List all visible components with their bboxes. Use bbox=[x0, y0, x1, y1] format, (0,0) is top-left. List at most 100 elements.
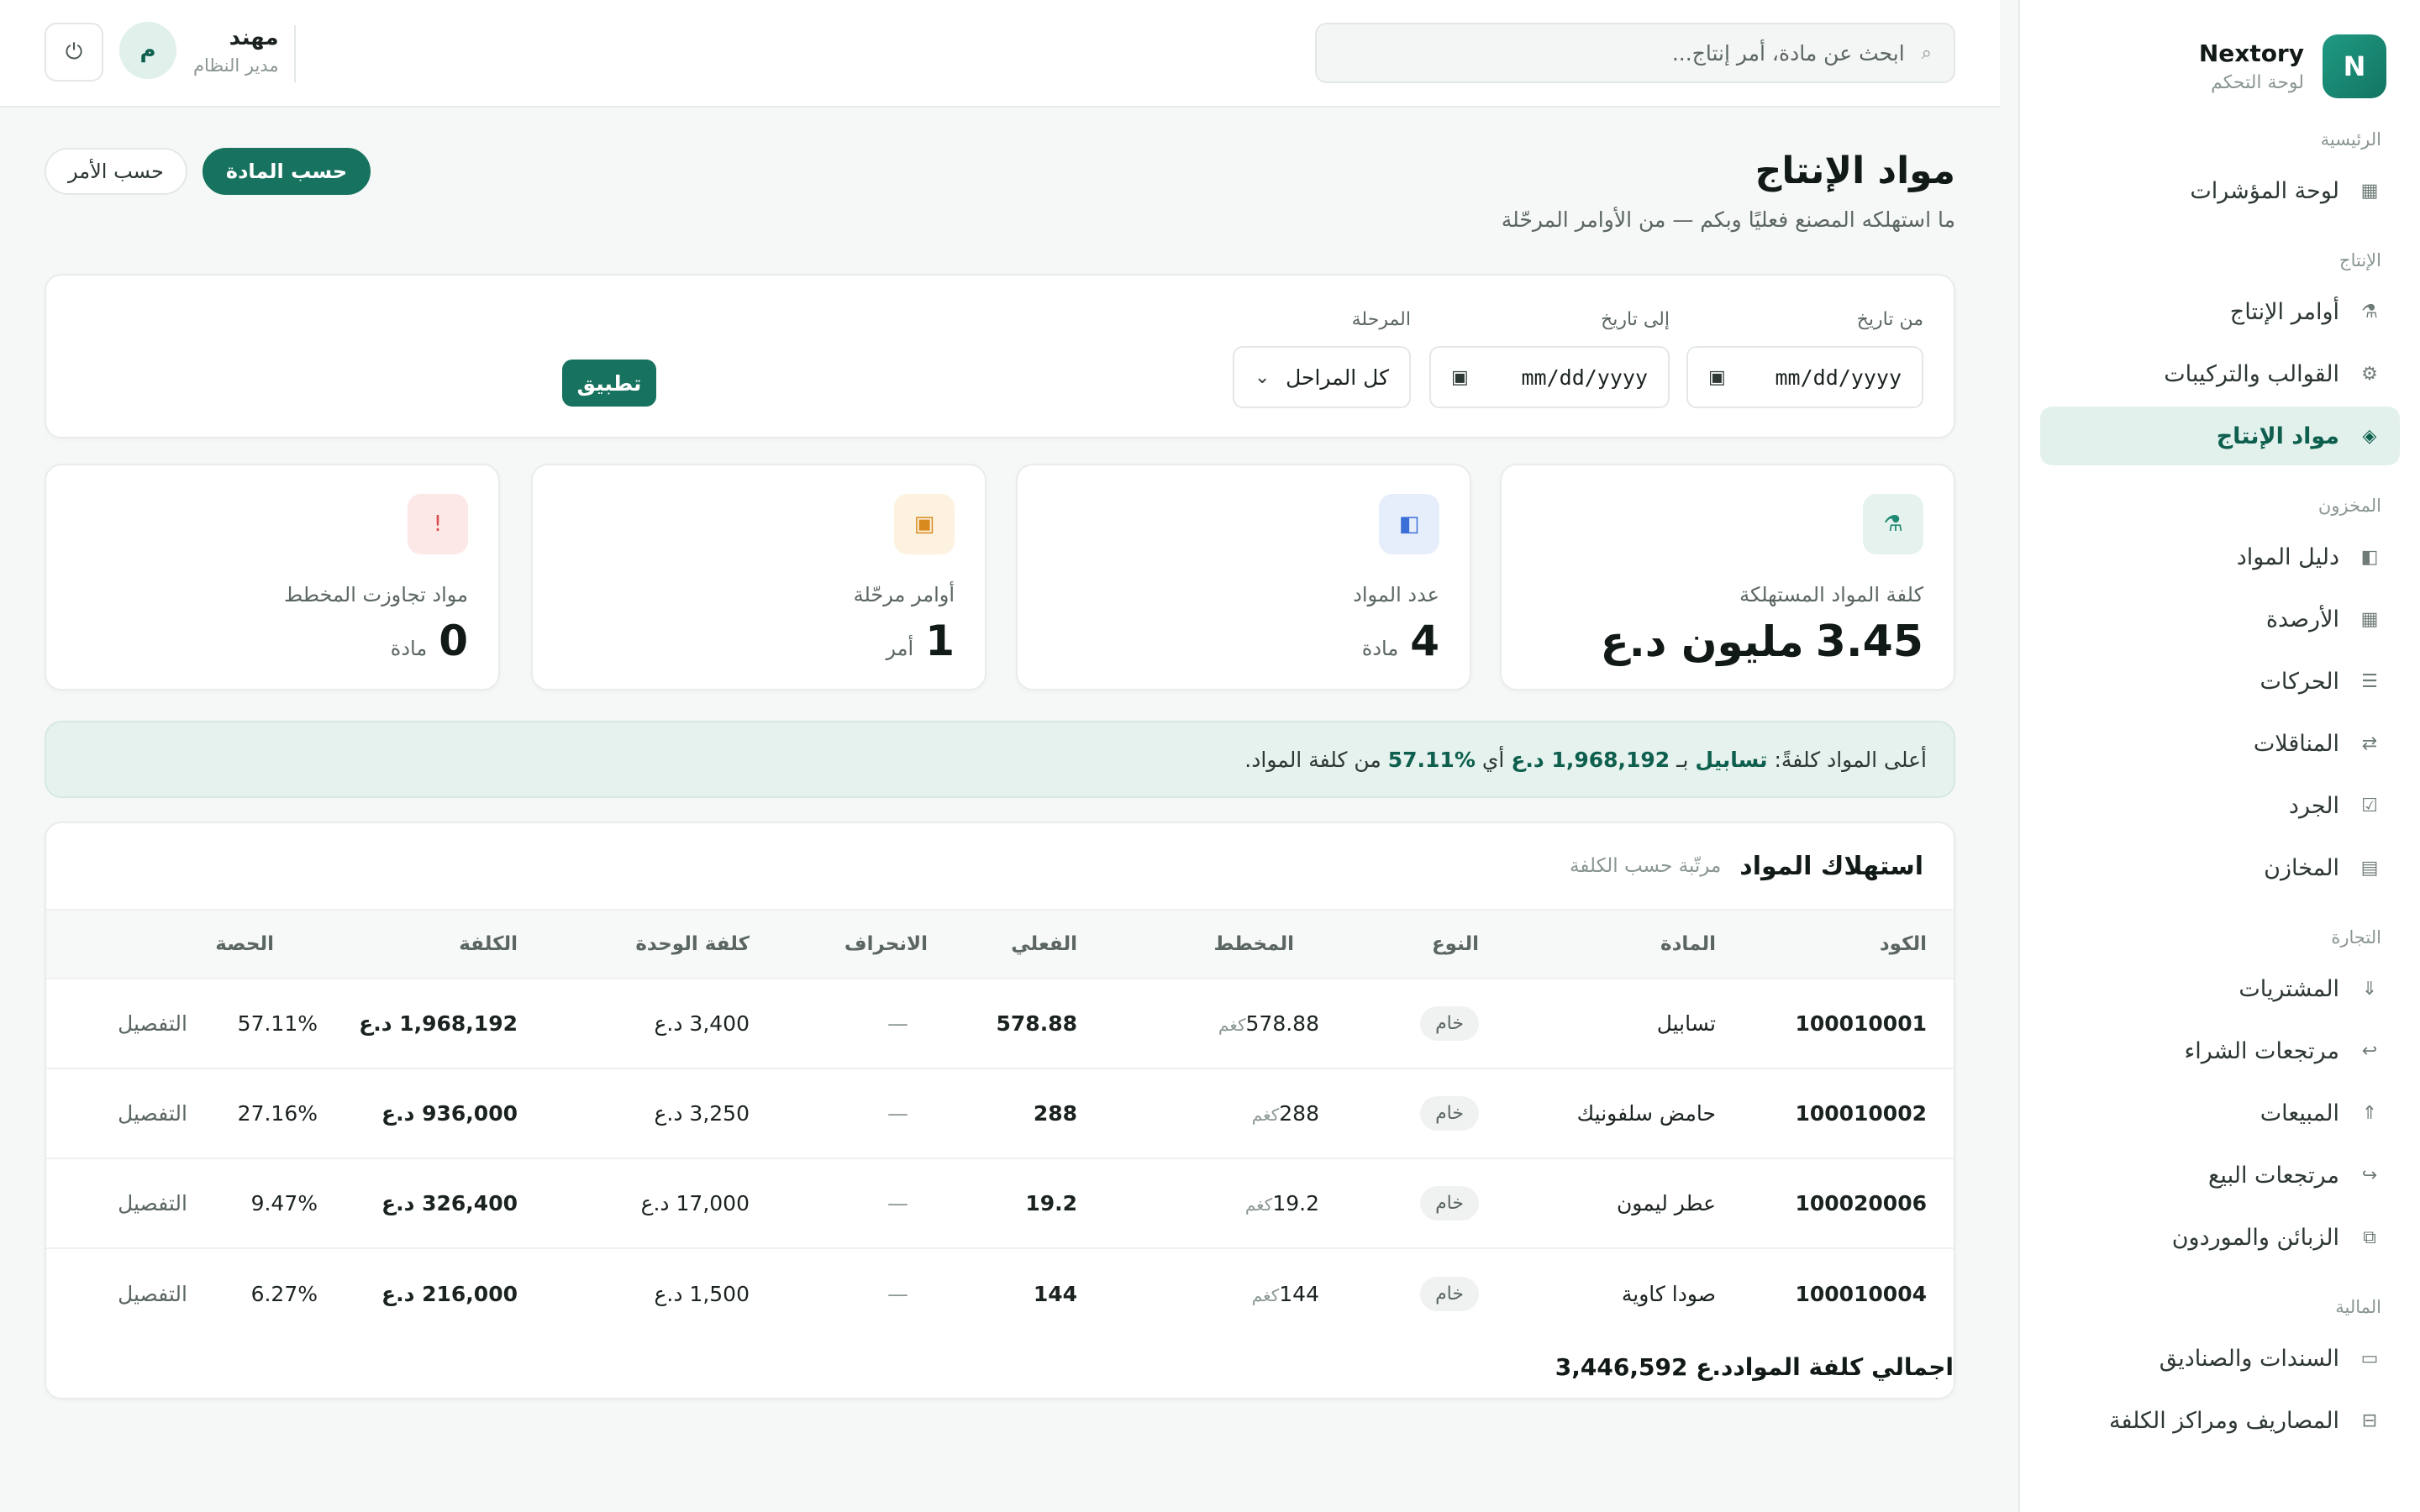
table-row[interactable]: 100020006 عطر ليمون خام 19.2 كغم 19.2 — 1… bbox=[46, 1159, 1954, 1249]
box-icon: ▣ bbox=[894, 494, 955, 554]
diamond-icon: ◈ bbox=[2362, 425, 2377, 447]
filters-card: من تاريخ mm/dd/yyyy ▣ إلى تاريخ mm/dd/yy… bbox=[45, 274, 1955, 438]
kpi-unit: مليون د.ع bbox=[1600, 617, 1804, 666]
sidebar-item-balances[interactable]: ▦ الأرصدة bbox=[2040, 590, 2400, 648]
kpi-value: 0 bbox=[439, 617, 468, 665]
sidebar-item-warehouses[interactable]: ▤ المخازن bbox=[2040, 838, 2400, 897]
table-row[interactable]: 100010004 صودا كاوية خام 144 كغم 144 — 1,… bbox=[46, 1249, 1954, 1339]
user-name: مهند bbox=[229, 25, 279, 50]
sidebar-item-materials-guide[interactable]: ◧ دليل المواد bbox=[2040, 528, 2400, 586]
sidebar-item-sales-returns[interactable]: ↪ مرتجعات البيع bbox=[2040, 1146, 2400, 1205]
column-header[interactable]: المادة bbox=[1660, 911, 1716, 978]
nav-group-title: الرئيسية bbox=[2320, 129, 2381, 150]
detail-link[interactable]: التفصيل bbox=[118, 1159, 187, 1247]
book-icon: ◧ bbox=[1379, 494, 1439, 554]
brand[interactable]: N Nextory لوحة التحكم bbox=[2040, 34, 2400, 99]
column-header[interactable]: النوع bbox=[1432, 911, 1479, 978]
cash-icon: ▭ bbox=[2360, 1347, 2379, 1369]
sidebar-item-dashboard[interactable]: ▦ لوحة المؤشرات bbox=[2040, 161, 2400, 220]
table-subtitle: مرتّبة حسب الكلفة bbox=[1569, 855, 1722, 877]
from-date-label: من تاريخ bbox=[1856, 309, 1923, 330]
arrow-up-icon: ⇑ bbox=[2361, 1102, 2378, 1124]
page-subtitle: ما استهلكه المصنع فعليًا وبكم — من الأوا… bbox=[1501, 207, 1955, 232]
nav-group-title: الإنتاج bbox=[2339, 250, 2381, 270]
kpi-card-posted-orders: ▣ أوامر مرحّلة 1 أمر bbox=[531, 464, 986, 690]
power-icon: ⏻ bbox=[65, 39, 83, 65]
brand-name: Nextory bbox=[2198, 39, 2304, 67]
sidebar-item-inventory-count[interactable]: ☑ الجرد bbox=[2040, 776, 2400, 835]
calendar-icon[interactable]: ▣ bbox=[1708, 367, 1726, 388]
sidebar-item-production-materials[interactable]: ◈ مواد الإنتاج bbox=[2040, 407, 2400, 465]
column-header[interactable]: الكود bbox=[1880, 911, 1927, 978]
warehouse-icon: ▤ bbox=[2360, 857, 2379, 879]
contacts-icon: ⧉ bbox=[2363, 1226, 2376, 1248]
table-row[interactable]: 100010001 تسابيل خام 578.88 كغم 578.88 — … bbox=[46, 979, 1954, 1069]
kpi-unit: أمر bbox=[886, 637, 914, 660]
user-profile[interactable]: مهند مدير النظام م bbox=[119, 22, 279, 79]
column-header[interactable]: الحصة bbox=[215, 911, 274, 978]
sliders-icon: ☰ bbox=[2361, 670, 2378, 692]
kpi-label: مواد تجاوزت المخطط bbox=[284, 583, 468, 606]
power-button[interactable]: ⏻ bbox=[45, 23, 103, 81]
column-header[interactable]: الكلفة bbox=[459, 911, 518, 978]
brand-logo: N bbox=[2323, 34, 2386, 98]
table-header-row: الكود المادة النوع المخطط الفعلي الانحرا… bbox=[46, 911, 1954, 979]
sidebar-item-purchases[interactable]: ⇓ المشتريات bbox=[2040, 959, 2400, 1018]
calendar-icon[interactable]: ▣ bbox=[1451, 367, 1469, 388]
divider bbox=[294, 25, 296, 82]
sidebar-item-purchase-returns[interactable]: ↩ مرتجعات الشراء bbox=[2040, 1021, 2400, 1080]
alert-icon: ! bbox=[408, 494, 468, 554]
column-header[interactable]: كلفة الوحدة bbox=[635, 911, 750, 978]
search-placeholder: ابحث عن مادة، أمر إنتاج... bbox=[1671, 40, 1905, 66]
sidebar-item-movements[interactable]: ☰ الحركات bbox=[2040, 652, 2400, 711]
sidebar-item-expenses[interactable]: ⊟ المصاريف ومراكز الكلفة bbox=[2040, 1391, 2400, 1450]
sidebar-item-production-orders[interactable]: ⚗ أوامر الإنتاج bbox=[2040, 282, 2400, 341]
search-input[interactable]: ⌕ ابحث عن مادة، أمر إنتاج... bbox=[1315, 23, 1955, 83]
kpi-card-material-cost: ⚗ كلفة المواد المستهلكة 3.45 مليون د.ع bbox=[1500, 464, 1955, 690]
apply-button[interactable]: تطبيق bbox=[562, 360, 656, 407]
sidebar-item-transfers[interactable]: ⇄ المناقلات bbox=[2040, 714, 2400, 773]
to-date-label: إلى تاريخ bbox=[1601, 309, 1670, 330]
nav-group-title: المخزون bbox=[2317, 496, 2381, 516]
column-header[interactable]: الفعلي bbox=[1011, 911, 1077, 978]
by-order-toggle[interactable]: حسب الأمر bbox=[45, 148, 187, 195]
page-title: مواد الإنتاج bbox=[1754, 150, 1955, 192]
detail-link[interactable]: التفصيل bbox=[118, 1249, 187, 1339]
search-icon: ⌕ bbox=[1921, 42, 1932, 64]
nav-group-title: المالية bbox=[2335, 1297, 2381, 1317]
user-role: مدير النظام bbox=[193, 55, 279, 76]
detail-link[interactable]: التفصيل bbox=[118, 979, 187, 1068]
grid-icon: ▦ bbox=[2360, 180, 2379, 202]
detail-link[interactable]: التفصيل bbox=[118, 1069, 187, 1158]
table-title: استهلاك المواد bbox=[1739, 851, 1923, 881]
main-content: مواد الإنتاج ما استهلكه المصنع فعليًا وب… bbox=[0, 108, 2000, 1512]
top-material-name: تسابيل bbox=[1695, 747, 1768, 772]
top-material-amount: 1,968,192 د.ع bbox=[1511, 747, 1670, 772]
type-badge: خام bbox=[1420, 1096, 1479, 1131]
top-material-share: 57.11% bbox=[1387, 747, 1476, 772]
by-material-toggle[interactable]: حسب المادة bbox=[202, 148, 371, 195]
kpi-card-over-plan: ! مواد تجاوزت المخطط 0 مادة bbox=[45, 464, 500, 690]
avatar: م bbox=[119, 22, 176, 79]
sidebar-item-vouchers[interactable]: ▭ السندات والصناديق bbox=[2040, 1329, 2400, 1388]
table-row[interactable]: 100010002 حامض سلفونيك خام 288 كغم 288 — … bbox=[46, 1069, 1954, 1159]
column-header[interactable]: المخطط bbox=[1213, 911, 1294, 978]
stage-select[interactable]: كل المراحل ⌄ bbox=[1233, 346, 1411, 408]
type-badge: خام bbox=[1420, 1186, 1479, 1221]
type-badge: خام bbox=[1420, 1006, 1479, 1041]
sidebar-item-templates[interactable]: ⚙ القوالب والتركيبات bbox=[2040, 344, 2400, 403]
sidebar-item-sales[interactable]: ⇑ المبيعات bbox=[2040, 1084, 2400, 1142]
topbar: ⌕ ابحث عن مادة، أمر إنتاج... ⏻ مهند مدير… bbox=[0, 0, 2000, 108]
from-date-input[interactable]: mm/dd/yyyy ▣ bbox=[1686, 346, 1923, 408]
grid-icon: ▦ bbox=[2360, 608, 2379, 630]
sidebar: N Nextory لوحة التحكم الرئيسية ▦ لوحة ال… bbox=[2018, 0, 2420, 1512]
sidebar-item-customers-suppliers[interactable]: ⧉ الزبائن والموردون bbox=[2040, 1208, 2400, 1267]
factory-icon: ⚗ bbox=[1863, 494, 1923, 554]
arrow-down-icon: ⇓ bbox=[2361, 978, 2378, 1000]
kpi-label: أوامر مرحّلة bbox=[853, 583, 955, 606]
nav-group-title: التجارة bbox=[2331, 927, 2381, 948]
to-date-input[interactable]: mm/dd/yyyy ▣ bbox=[1429, 346, 1670, 408]
column-header[interactable]: الانحراف bbox=[844, 911, 928, 978]
gear-icon: ⚙ bbox=[2361, 363, 2378, 385]
forward-icon: ↪ bbox=[2361, 1164, 2378, 1186]
